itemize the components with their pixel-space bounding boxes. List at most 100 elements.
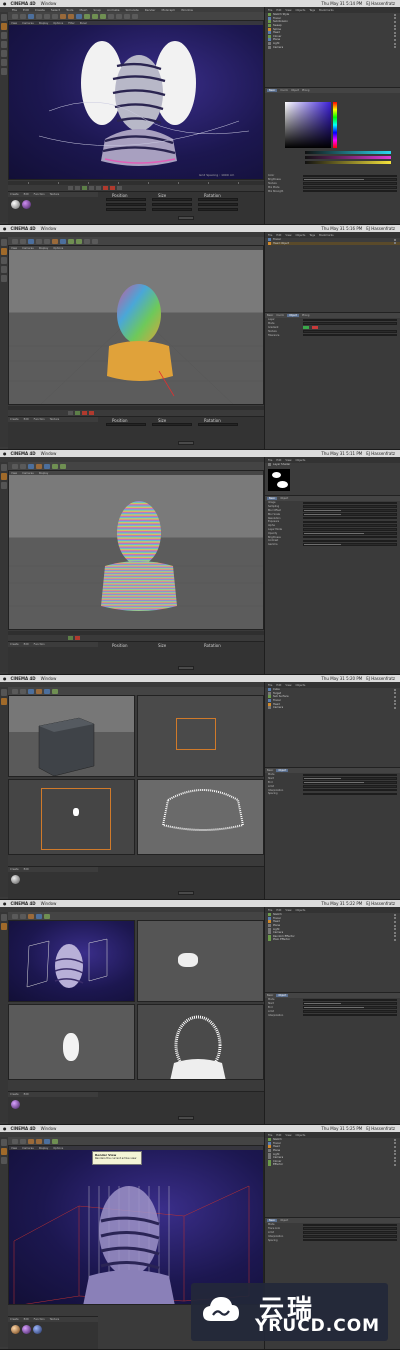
keyframe-icon[interactable] — [117, 186, 122, 190]
attr-field[interactable] — [303, 1227, 397, 1230]
app-name[interactable]: CINEMA 4D — [11, 901, 36, 906]
apply-button[interactable] — [178, 666, 194, 670]
viewport[interactable]: View Cameras Display Options — [8, 1145, 264, 1305]
apple-icon[interactable]: ● — [3, 1126, 7, 1131]
attr-slider[interactable] — [303, 189, 397, 193]
om-tab-file[interactable]: File — [268, 909, 272, 912]
model-mode-icon[interactable] — [1, 473, 7, 480]
move-icon[interactable] — [36, 238, 42, 244]
redo-icon[interactable] — [20, 1138, 26, 1144]
viewport-front[interactable] — [137, 779, 264, 855]
attr-slider[interactable] — [303, 535, 397, 539]
menu-create[interactable]: Create — [35, 8, 45, 12]
apple-icon[interactable]: ● — [3, 901, 7, 906]
attr-tab-basic[interactable]: Basic — [267, 89, 278, 92]
play-icon[interactable] — [82, 186, 87, 190]
om-tab-edit[interactable]: Edit — [276, 459, 281, 462]
om-tab-objects[interactable]: Objects — [296, 684, 306, 687]
viewport[interactable]: View Cameras Display — [8, 470, 264, 630]
viewport-right[interactable] — [8, 779, 135, 855]
menu-render[interactable]: Render — [145, 8, 156, 12]
apple-icon[interactable]: ● — [3, 1, 7, 6]
attr-tab-basic[interactable]: Basic — [267, 314, 273, 317]
om-tab-objects[interactable]: Objects — [296, 459, 306, 462]
user-name[interactable]: EJ Hassenfratz — [366, 1126, 395, 1131]
spline-icon[interactable] — [52, 688, 58, 694]
mat-tab-create[interactable]: Create — [10, 1318, 19, 1321]
cube-icon[interactable] — [76, 13, 82, 19]
attr-tab-object[interactable]: Object — [287, 314, 299, 317]
attr-slider[interactable] — [303, 509, 397, 512]
om-tab-view[interactable]: View — [285, 1134, 291, 1137]
attr-field[interactable] — [303, 182, 397, 185]
attr-dropdown[interactable] — [303, 186, 397, 189]
attr-dropdown[interactable] — [303, 773, 397, 777]
mat-tab-create[interactable]: Create — [10, 643, 19, 646]
om-tab-file[interactable]: File — [268, 1134, 272, 1137]
user-name[interactable]: EJ Hassenfratz — [366, 226, 395, 231]
mat-tab-function[interactable]: Function — [34, 643, 45, 646]
material-swatch-purple[interactable] — [22, 200, 31, 209]
cloner-icon[interactable] — [100, 13, 106, 19]
play-icon[interactable] — [75, 411, 80, 415]
om-tab-edit[interactable]: Edit — [276, 234, 281, 237]
go-start-icon[interactable] — [68, 411, 73, 415]
mat-tab-texture[interactable]: Texture — [50, 418, 60, 421]
cube-icon[interactable] — [44, 1138, 50, 1144]
attr-dropdown[interactable] — [303, 505, 397, 508]
render-settings-icon[interactable] — [68, 13, 74, 19]
attr-tab-basic[interactable]: Basic — [267, 497, 278, 500]
pos-x-field[interactable] — [106, 198, 146, 201]
mat-tab-edit[interactable]: Edit — [24, 1093, 29, 1096]
visibility-toggle[interactable] — [394, 13, 396, 16]
om-tab-file[interactable]: File — [268, 9, 272, 12]
om-tab-bookmarks[interactable]: Bookmarks — [319, 9, 334, 12]
points-mode-icon[interactable] — [1, 482, 7, 489]
attr-slider[interactable] — [303, 174, 397, 178]
points-mode-icon[interactable] — [1, 41, 7, 48]
attr-dropdown[interactable] — [303, 1223, 397, 1227]
object-row-selected[interactable]: Head Object — [268, 241, 400, 246]
attr-tab-object[interactable]: Object — [280, 497, 288, 500]
om-tab-objects[interactable]: Objects — [296, 9, 306, 12]
mat-tab-create[interactable]: Create — [10, 1093, 19, 1096]
cube-icon[interactable] — [44, 463, 50, 469]
model-mode-icon[interactable] — [1, 23, 7, 30]
om-tab-view[interactable]: View — [285, 459, 291, 462]
menu-edit[interactable]: Edit — [23, 8, 29, 12]
mat-tab-create[interactable]: Create — [10, 418, 19, 421]
redo-icon[interactable] — [20, 463, 26, 469]
attr-dropdown[interactable] — [303, 1013, 397, 1017]
mat-tab-function[interactable]: Function — [34, 193, 45, 196]
om-tab-file[interactable]: File — [268, 684, 272, 687]
attr-tab-object[interactable]: Object — [276, 994, 289, 997]
attr-slider[interactable] — [303, 532, 397, 535]
om-tab-view[interactable]: View — [285, 909, 291, 912]
attr-slider[interactable] — [303, 520, 397, 524]
camera-icon[interactable] — [124, 13, 130, 19]
checkmark-icon[interactable] — [303, 325, 309, 329]
om-tab-edit[interactable]: Edit — [276, 1134, 281, 1137]
rot-b-field[interactable] — [198, 208, 238, 211]
app-name[interactable]: CINEMA 4D — [11, 676, 36, 681]
spline-icon[interactable] — [68, 238, 74, 244]
make-editable-icon[interactable] — [1, 464, 7, 471]
menu-window[interactable]: Window — [41, 1, 57, 6]
spline-icon[interactable] — [84, 13, 90, 19]
om-tab-tags[interactable]: Tags — [309, 234, 315, 237]
apple-icon[interactable]: ● — [3, 676, 7, 681]
menu-window[interactable]: Window — [41, 226, 57, 231]
attr-dropdown[interactable] — [303, 322, 397, 325]
redo-icon[interactable] — [20, 913, 26, 919]
om-tab-tags[interactable]: Tags — [309, 9, 315, 12]
select-icon[interactable] — [28, 688, 34, 694]
render-view-icon[interactable] — [28, 913, 34, 919]
select-icon[interactable] — [28, 463, 34, 469]
model-mode-icon[interactable] — [1, 248, 7, 255]
make-editable-icon[interactable] — [1, 689, 7, 696]
attr-field[interactable] — [303, 516, 397, 520]
om-tab-file[interactable]: File — [268, 234, 272, 237]
undo-icon[interactable] — [12, 238, 18, 244]
viewport-perspective[interactable] — [8, 920, 135, 1002]
menu-mograph[interactable]: MoGraph — [161, 8, 175, 12]
